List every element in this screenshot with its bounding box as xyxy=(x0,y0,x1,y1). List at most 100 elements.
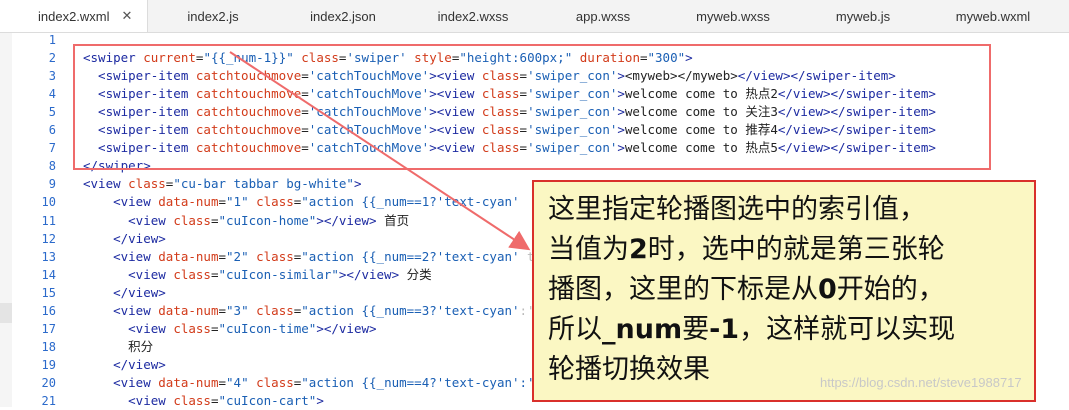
callout-text: ，这样就可以实现 xyxy=(739,314,956,345)
watermark-url: https://blog.csdn.net/steve1988717 xyxy=(820,375,1022,390)
line-number: 19 xyxy=(41,357,56,372)
line-number: 11 xyxy=(41,213,56,228)
line-number: 2 xyxy=(48,51,56,66)
code-token: class xyxy=(248,374,294,390)
tab-label: myweb.wxss xyxy=(696,8,770,24)
code-token: class xyxy=(248,248,294,264)
tab-label: myweb.js xyxy=(835,8,891,24)
line-number: 10 xyxy=(41,195,56,210)
tab-myweb-js[interactable]: myweb.js xyxy=(798,0,928,32)
code-token: data-num xyxy=(158,302,219,318)
tab-index2-js[interactable]: index2.js xyxy=(148,0,278,32)
close-icon[interactable]: ✕ xyxy=(122,8,133,24)
code-token: > xyxy=(353,176,362,192)
callout-text: 时，选中的就是第三张轮 xyxy=(647,234,945,265)
code-text: <view class="cuIcon-time"></view> xyxy=(83,320,377,338)
code-token: class xyxy=(173,212,211,228)
code-token: "cuIcon-cart" xyxy=(218,393,317,408)
tab-label: index2.js xyxy=(187,8,239,24)
code-token: </view> xyxy=(83,284,166,300)
line-number: 17 xyxy=(41,321,56,336)
code-token: <view xyxy=(83,374,159,390)
code-token: "1" xyxy=(226,194,249,210)
code-token: = xyxy=(218,374,227,390)
line-number: 7 xyxy=(48,141,56,156)
code-token: <view xyxy=(83,194,159,210)
code-token: "cuIcon-home" xyxy=(218,212,317,228)
code-text: <view data-num="1" class="action {{_num=… xyxy=(83,193,520,211)
code-token: class xyxy=(248,194,294,210)
tab-index2-wxss[interactable]: index2.wxss xyxy=(408,0,538,32)
callout-text: 2 xyxy=(629,234,648,265)
annotation-callout: 这里指定轮播图选中的索引值， 当值为2时，选中的就是第三张轮 播图，这里的下标是从0… xyxy=(532,180,1036,402)
callout-text: 播图，这里的下标是从 xyxy=(548,274,818,305)
tab-label: app.wxss xyxy=(575,8,631,24)
line-number: 15 xyxy=(41,285,56,300)
code-token: class xyxy=(248,302,294,318)
code-token: 首页 xyxy=(376,212,410,228)
code-token: ></view> xyxy=(316,212,377,228)
code-token: data-num xyxy=(158,374,219,390)
code-token: data-num xyxy=(158,248,219,264)
tab-myweb-wxml[interactable]: myweb.wxml xyxy=(928,0,1058,32)
code-token: data-num xyxy=(158,194,219,210)
tab-label: myweb.wxml xyxy=(955,8,1031,24)
tab-index2-json[interactable]: index2.json xyxy=(278,0,408,32)
line-number: 9 xyxy=(48,177,56,192)
tab-app-wxss[interactable]: app.wxss xyxy=(538,0,668,32)
code-token: "cu-bar tabbar bg-white" xyxy=(173,176,354,192)
line-number: 21 xyxy=(41,394,56,408)
code-token: class xyxy=(173,266,211,282)
code-token: <view xyxy=(83,212,174,228)
code-token: "action {{_num==3?'text-cyan' xyxy=(301,302,520,318)
code-text: </view> xyxy=(83,230,166,248)
code-token: "action {{_num==1?'text-cyan' xyxy=(301,194,520,210)
code-token: <view xyxy=(83,302,159,318)
code-text: </view> xyxy=(83,356,166,374)
code-token: <view xyxy=(83,266,174,282)
code-token: "4" xyxy=(226,374,249,390)
code-text: 积分 xyxy=(83,338,153,356)
code-token: ></view> xyxy=(338,266,400,282)
code-token: <view xyxy=(83,248,159,264)
tab-myweb-wxss[interactable]: myweb.wxss xyxy=(668,0,798,32)
code-token: = xyxy=(218,194,227,210)
line-number: 8 xyxy=(48,159,56,174)
line-number: 3 xyxy=(48,69,56,84)
code-text: <view class="cuIcon-home"></view> 首页 xyxy=(83,212,409,230)
code-token: class xyxy=(173,393,211,408)
line-number: 16 xyxy=(41,303,56,318)
code-token: "action {{_num==4?'text-cyan' xyxy=(301,374,520,390)
line-number: 12 xyxy=(41,231,56,246)
code-token: > xyxy=(316,393,324,408)
code-token: 积分 xyxy=(83,338,154,354)
code-text: <view class="cuIcon-cart"> xyxy=(83,392,324,410)
code-token: ></view> xyxy=(316,320,377,336)
code-token: <view xyxy=(83,320,174,336)
callout-text: _num xyxy=(602,314,683,345)
code-token: "cuIcon-similar" xyxy=(218,266,339,282)
editor-tab-bar: index2.wxml ✕ index2.js index2.json index2.w… xyxy=(0,0,1069,33)
line-number: 4 xyxy=(48,87,56,102)
code-token: "action {{_num==2?'text-cyan' xyxy=(301,248,520,264)
code-token: </view> xyxy=(83,230,166,246)
callout-text: 轮播切换效果 xyxy=(548,354,710,385)
code-text: <view class="cu-bar tabbar bg-white"> xyxy=(83,175,361,193)
callout-text: 当值为 xyxy=(548,234,629,265)
swiper-highlight-box xyxy=(73,44,991,170)
code-token: <view xyxy=(83,393,174,408)
code-token: "3" xyxy=(226,302,249,318)
code-text: <view class="cuIcon-similar"></view> 分类 xyxy=(83,266,432,284)
tab-index2-wxml[interactable]: index2.wxml ✕ xyxy=(0,0,148,32)
code-token: "2" xyxy=(226,248,249,264)
code-token: 分类 xyxy=(399,266,432,282)
code-text: </view> xyxy=(83,284,166,302)
callout-line: 所以_num要-1，这样就可以实现 xyxy=(548,310,1020,350)
line-number: 14 xyxy=(41,267,56,282)
line-number: 18 xyxy=(41,339,56,354)
line-number: 20 xyxy=(41,375,56,390)
code-token: "cuIcon-time" xyxy=(218,320,317,336)
callout-text: -1 xyxy=(709,314,740,345)
line-number: 6 xyxy=(48,123,56,138)
tab-label: index2.wxss xyxy=(437,8,509,24)
